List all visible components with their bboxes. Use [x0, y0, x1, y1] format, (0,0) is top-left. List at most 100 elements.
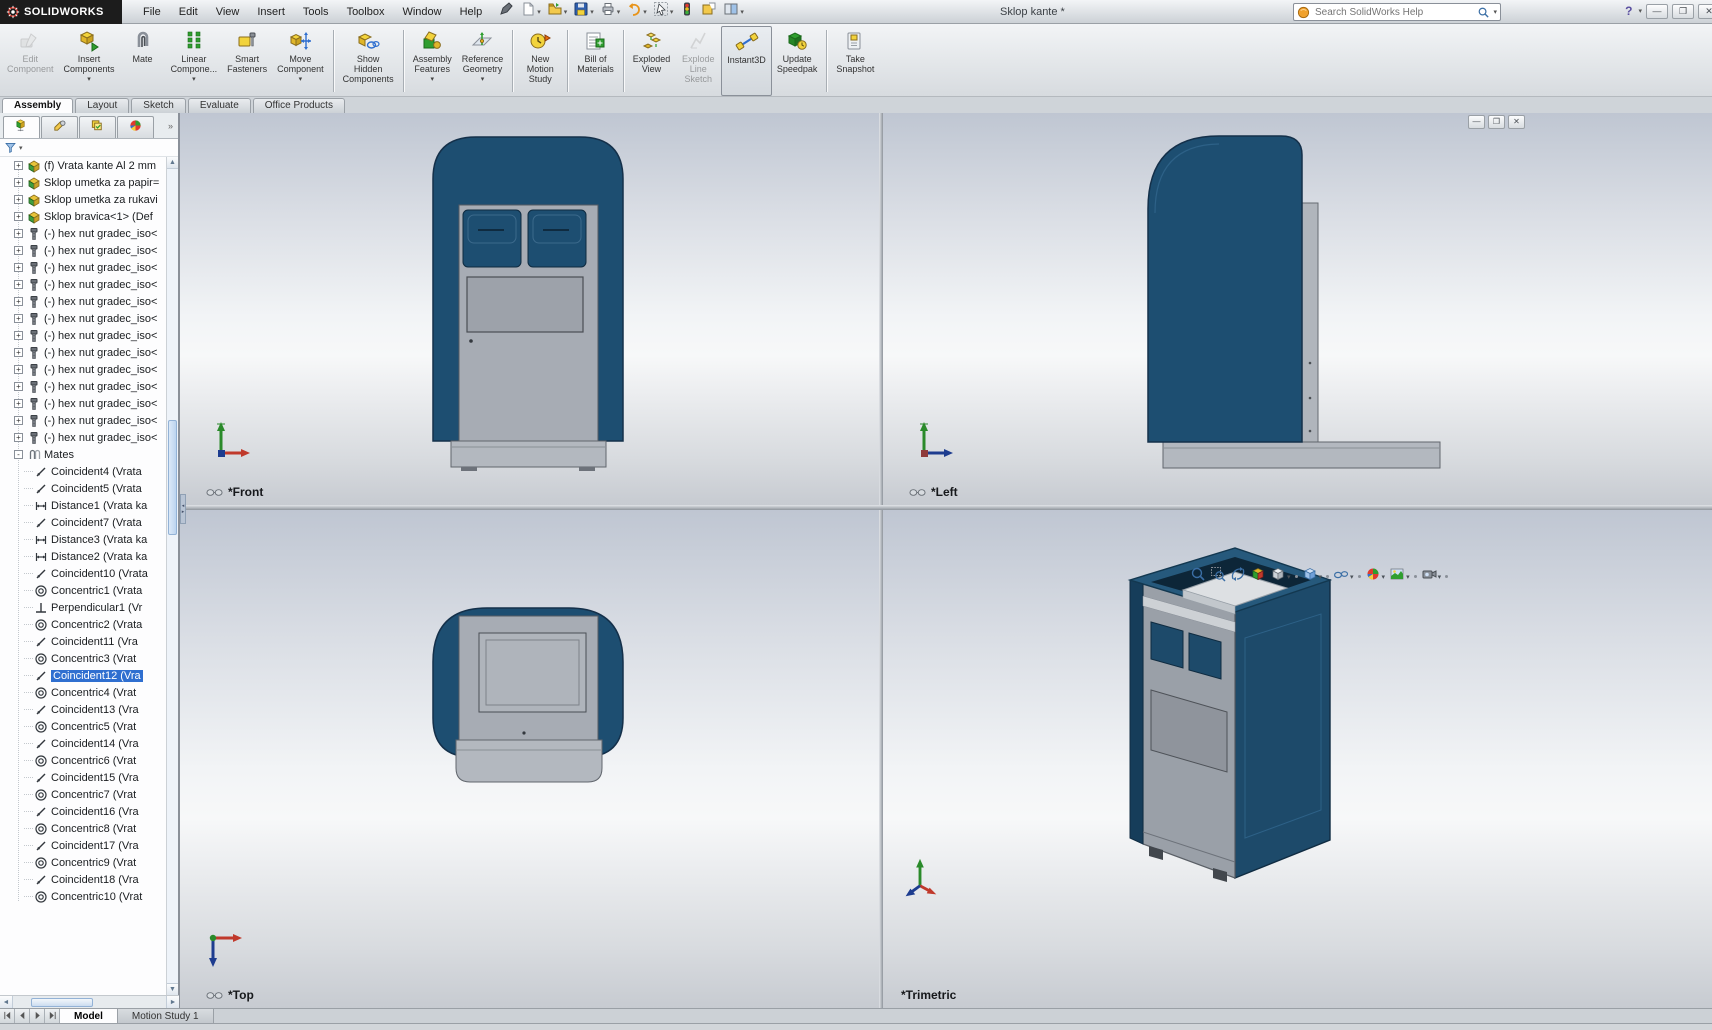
tree-item[interactable]: Concentric9 (Vrat — [0, 854, 167, 871]
tree-item[interactable]: + (-) hex nut gradec_iso< — [0, 395, 167, 412]
edit-component-button[interactable]: Edit Component — [2, 26, 59, 96]
assembly-features-button[interactable]: Assembly Features ▾ — [408, 26, 457, 96]
open-document-button[interactable]: ▾ — [544, 0, 571, 23]
tree-item[interactable]: Concentric10 (Vrat — [0, 888, 167, 905]
menu-item[interactable]: Edit — [170, 3, 207, 21]
tree-item[interactable]: + (-) hex nut gradec_iso< — [0, 293, 167, 310]
tree-item[interactable]: Coincident4 (Vrata — [0, 463, 167, 480]
tree-item[interactable]: + (-) hex nut gradec_iso< — [0, 259, 167, 276]
reference-geometry-button[interactable]: Reference Geometry ▾ — [457, 26, 509, 96]
menu-item[interactable]: File — [134, 3, 170, 21]
dropdown-caret-icon[interactable]: ▾ — [1350, 573, 1354, 581]
tree-item[interactable]: + (-) hex nut gradec_iso< — [0, 327, 167, 344]
expand-toggle[interactable]: + — [14, 229, 23, 238]
menu-item[interactable]: Tools — [294, 3, 338, 21]
configurationmanager-tab[interactable] — [79, 116, 116, 138]
expand-toggle[interactable]: + — [14, 280, 23, 289]
model-tab[interactable]: Model — [60, 1009, 118, 1023]
viewport-left[interactable]: *Left — [883, 113, 1712, 505]
rebuild-button[interactable] — [676, 0, 698, 23]
model-tab[interactable]: Motion Study 1 — [118, 1009, 214, 1023]
doc-minimize-button[interactable]: — — [1468, 115, 1485, 129]
pen-button[interactable] — [495, 0, 517, 23]
close-button[interactable]: ✕ — [1698, 4, 1712, 19]
dropdown-caret-icon[interactable]: ▾ — [192, 75, 196, 85]
expand-toggle[interactable]: + — [14, 416, 23, 425]
smart-fasteners-button[interactable]: Smart Fasteners — [222, 26, 272, 96]
tree-horizontal-scrollbar[interactable]: ◄ ► — [0, 995, 179, 1008]
edit-appearance-button[interactable]: ▾ — [1365, 566, 1386, 587]
featuremanager-tab[interactable] — [3, 116, 40, 138]
new-document-button[interactable]: ▾ — [517, 0, 544, 23]
tree-item[interactable]: + (-) hex nut gradec_iso< — [0, 225, 167, 242]
expand-toggle[interactable]: + — [14, 348, 23, 357]
ribbon-tab[interactable]: Sketch — [131, 98, 186, 113]
viewport-top[interactable]: *Top — [180, 510, 879, 1008]
tree-item[interactable]: + Sklop bravica<1> (Def — [0, 208, 167, 225]
tree-item[interactable]: + (-) hex nut gradec_iso< — [0, 276, 167, 293]
tree-item[interactable]: Concentric2 (Vrata — [0, 616, 167, 633]
propertymanager-tab[interactable] — [41, 116, 78, 138]
rotate-view-button[interactable] — [1230, 566, 1246, 587]
expand-toggle[interactable]: + — [14, 331, 23, 340]
menu-item[interactable]: View — [207, 3, 249, 21]
dropdown-caret-icon[interactable]: ▾ — [299, 75, 303, 85]
minimize-button[interactable]: — — [1646, 4, 1668, 19]
tree-item[interactable]: Concentric7 (Vrat — [0, 786, 167, 803]
help-caret-icon[interactable]: ▾ — [1638, 7, 1642, 15]
mate-button[interactable]: Mate — [120, 26, 166, 96]
tree-item[interactable]: Coincident18 (Vra — [0, 871, 167, 888]
restore-button[interactable]: ❐ — [1672, 4, 1694, 19]
tree-item[interactable]: Concentric1 (Vrata — [0, 582, 167, 599]
tab-prev-button[interactable] — [15, 1009, 30, 1023]
tree-item[interactable]: Coincident5 (Vrata — [0, 480, 167, 497]
tab-next-button[interactable] — [30, 1009, 45, 1023]
tree-item[interactable]: + (-) hex nut gradec_iso< — [0, 378, 167, 395]
dropdown-caret-icon[interactable]: ▾ — [1438, 573, 1442, 581]
tree-item[interactable]: Concentric8 (Vrat — [0, 820, 167, 837]
help-button[interactable]: ? — [1623, 4, 1634, 18]
expand-toggle[interactable]: + — [14, 297, 23, 306]
dropdown-caret-icon[interactable]: ▾ — [430, 75, 434, 85]
tree-item[interactable]: Distance2 (Vrata ka — [0, 548, 167, 565]
scroll-right-arrow-icon[interactable]: ► — [166, 996, 179, 1008]
view-settings-button[interactable]: ▾ — [1421, 566, 1449, 587]
ribbon-tab[interactable]: Evaluate — [188, 98, 251, 113]
exploded-view-button[interactable]: Exploded View — [628, 26, 676, 96]
scrollbar-thumb[interactable] — [168, 420, 177, 535]
help-search[interactable]: ▾ — [1293, 3, 1501, 21]
ribbon-tab[interactable]: Assembly — [2, 98, 73, 113]
hide-show-items-button[interactable]: ▾ — [1333, 566, 1361, 587]
tree-item[interactable]: - Mates — [0, 446, 167, 463]
scroll-down-arrow-icon[interactable]: ▼ — [167, 983, 178, 995]
undo-button[interactable]: ▾ — [623, 0, 650, 23]
tree-item[interactable]: Distance1 (Vrata ka — [0, 497, 167, 514]
expand-toggle[interactable]: + — [14, 314, 23, 323]
tree-item[interactable]: Coincident10 (Vrata — [0, 565, 167, 582]
expand-toggle[interactable]: + — [14, 433, 23, 442]
tree-item[interactable]: Coincident16 (Vra — [0, 803, 167, 820]
tree-item[interactable]: + (-) hex nut gradec_iso< — [0, 361, 167, 378]
expand-toggle[interactable]: + — [14, 178, 23, 187]
tree-item[interactable]: Coincident11 (Vra — [0, 633, 167, 650]
select-button[interactable]: ▾ — [650, 0, 677, 23]
file-properties-button[interactable] — [698, 0, 720, 23]
show-hidden-button[interactable]: Show Hidden Components — [338, 26, 399, 96]
menu-item[interactable]: Window — [393, 3, 450, 21]
viewport-splitter-vertical[interactable] — [879, 113, 883, 1008]
dropdown-caret-icon[interactable]: ▾ — [1382, 573, 1386, 581]
tree-item[interactable]: Coincident7 (Vrata — [0, 514, 167, 531]
display-style-button[interactable]: ▾ — [1302, 566, 1330, 587]
print-button[interactable]: ▾ — [597, 0, 624, 23]
tree-item[interactable]: Coincident14 (Vra — [0, 735, 167, 752]
move-component-button[interactable]: Move Component ▾ — [272, 26, 329, 96]
expand-toggle[interactable]: + — [14, 382, 23, 391]
tree-item[interactable]: Coincident17 (Vra — [0, 837, 167, 854]
expand-toggle[interactable]: + — [14, 263, 23, 272]
tab-last-button[interactable] — [45, 1009, 60, 1023]
dropdown-caret-icon[interactable]: ▾ — [481, 75, 485, 85]
tree-vertical-scrollbar[interactable]: ▲ ▼ — [166, 157, 178, 995]
insert-components-button[interactable]: Insert Components ▾ — [59, 26, 120, 96]
doc-restore-button[interactable]: ❐ — [1488, 115, 1505, 129]
tree-item[interactable]: Concentric3 (Vrat — [0, 650, 167, 667]
